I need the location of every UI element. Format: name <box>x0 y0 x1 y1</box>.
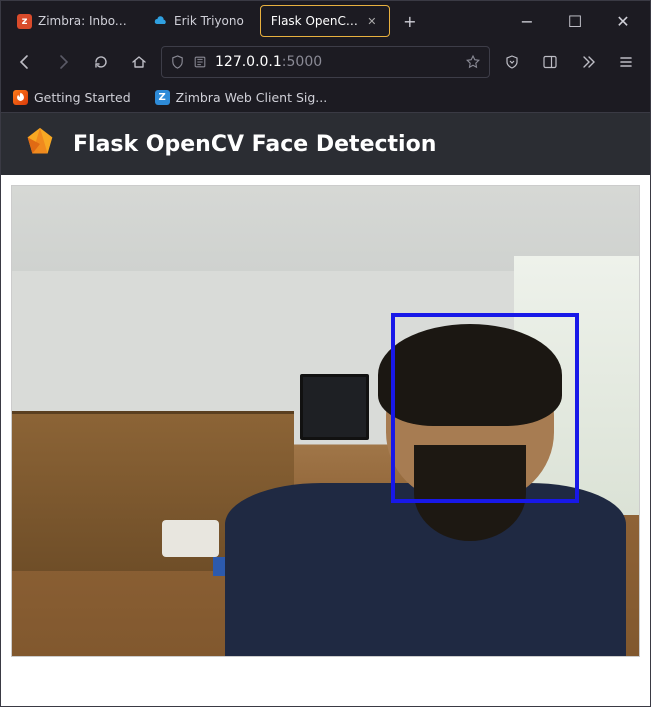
maximize-icon: ☐ <box>568 12 582 31</box>
close-icon[interactable]: ✕ <box>365 14 379 28</box>
shield-icon <box>170 55 185 70</box>
pocket-button[interactable] <box>496 46 528 78</box>
zimbra-icon: Z <box>155 90 170 105</box>
sidebar-icon <box>542 54 558 70</box>
bookmark-getting-started[interactable]: Getting Started <box>9 87 135 108</box>
tab-label: Zimbra: Inbox (1 <box>38 14 127 28</box>
plus-icon: + <box>403 12 416 31</box>
navbar: 127.0.0.1:5000 <box>1 41 650 83</box>
menu-button[interactable] <box>610 46 642 78</box>
home-button[interactable] <box>123 46 155 78</box>
window-controls: − ☐ ✕ <box>506 5 644 37</box>
url-bar[interactable]: 127.0.0.1:5000 <box>161 46 490 78</box>
url-domain: 127.0.0.1 <box>215 54 282 70</box>
app-logo <box>21 125 59 163</box>
close-icon: ✕ <box>616 12 629 31</box>
tab-label: Erik Triyono <box>174 14 244 28</box>
back-button[interactable] <box>9 46 41 78</box>
close-window-button[interactable]: ✕ <box>602 5 644 37</box>
overflow-button[interactable] <box>572 46 604 78</box>
page-info-icon <box>193 55 207 69</box>
tab-zimbra[interactable]: z Zimbra: Inbox (1 <box>7 5 137 37</box>
reload-button[interactable] <box>85 46 117 78</box>
favicon-zimbra: z <box>17 14 32 29</box>
url-action-icons <box>465 54 481 70</box>
url-path: :5000 <box>282 54 322 70</box>
favicon-cloud <box>153 14 168 29</box>
browser-window: z Zimbra: Inbox (1 Erik Triyono Flask Op… <box>0 0 651 707</box>
forward-button[interactable] <box>47 46 79 78</box>
maximize-button[interactable]: ☐ <box>554 5 596 37</box>
forward-icon <box>55 54 71 70</box>
firefox-icon <box>13 90 28 105</box>
tab-strip: z Zimbra: Inbox (1 Erik Triyono Flask Op… <box>7 5 500 37</box>
reload-icon <box>93 54 109 70</box>
url-text: 127.0.0.1:5000 <box>215 54 457 70</box>
hamburger-icon <box>618 54 634 70</box>
face-detection-box <box>391 313 579 503</box>
sidebar-button[interactable] <box>534 46 566 78</box>
app-header: Flask OpenCV Face Detection <box>1 113 650 175</box>
minimize-icon: − <box>520 12 533 31</box>
tab-label: Flask OpenCV Fac <box>271 14 359 28</box>
video-feed <box>11 185 640 657</box>
url-security-icons <box>170 55 207 70</box>
bookmark-label: Zimbra Web Client Sig... <box>176 90 328 105</box>
new-tab-button[interactable]: + <box>396 7 424 35</box>
home-icon <box>131 54 147 70</box>
page-title: Flask OpenCV Face Detection <box>73 132 436 157</box>
titlebar: z Zimbra: Inbox (1 Erik Triyono Flask Op… <box>1 1 650 41</box>
back-icon <box>17 54 33 70</box>
bookmarks-bar: Getting Started Z Zimbra Web Client Sig.… <box>1 83 650 113</box>
bookmark-label: Getting Started <box>34 90 131 105</box>
page-content: Flask OpenCV Face Detection <box>1 113 650 706</box>
chevron-double-right-icon <box>580 54 596 70</box>
bookmark-star-icon[interactable] <box>465 54 481 70</box>
content-area <box>1 175 650 667</box>
pocket-icon <box>504 54 520 70</box>
minimize-button[interactable]: − <box>506 5 548 37</box>
tab-erik[interactable]: Erik Triyono <box>143 5 254 37</box>
bookmark-zimbra[interactable]: Z Zimbra Web Client Sig... <box>151 87 332 108</box>
tab-flask-opencv[interactable]: Flask OpenCV Fac ✕ <box>260 5 390 37</box>
